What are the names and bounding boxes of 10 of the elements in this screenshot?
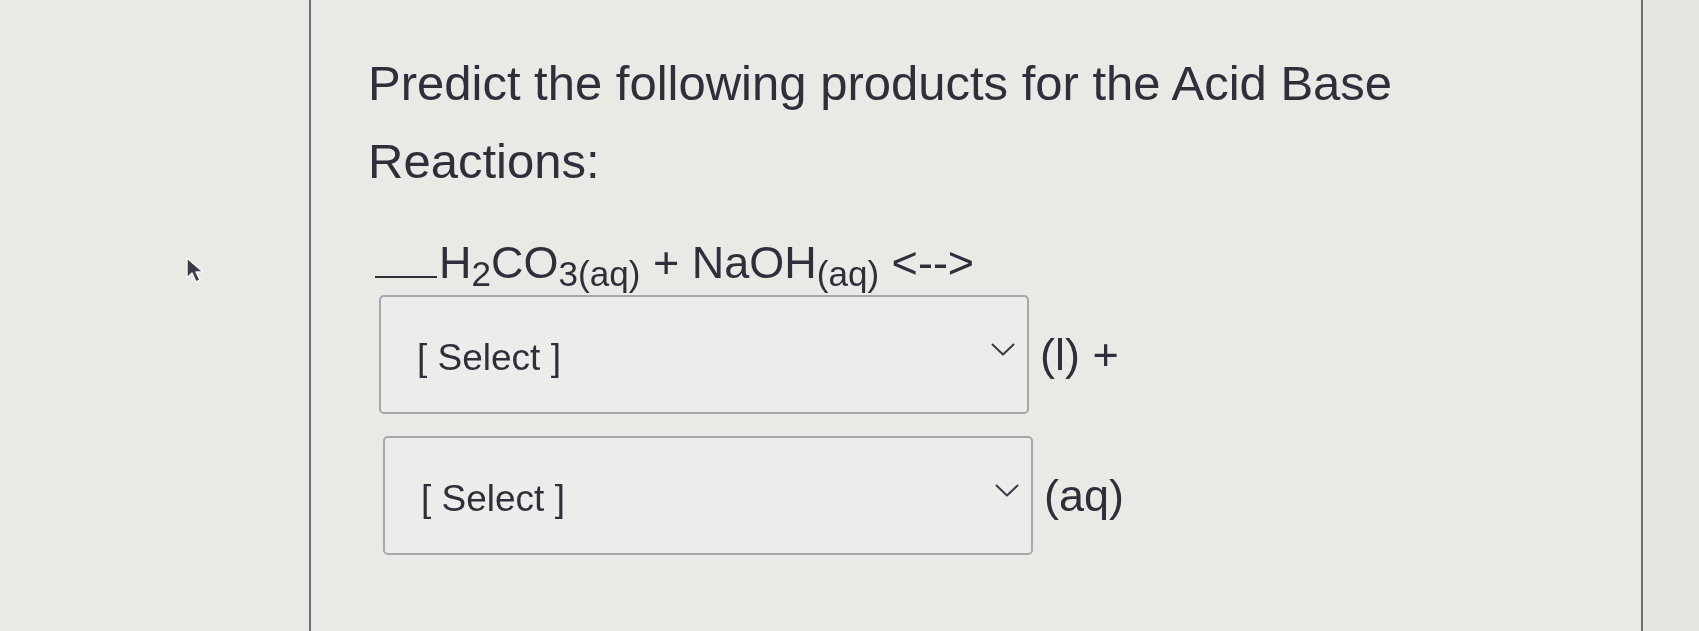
mouse-pointer-icon [185, 256, 207, 284]
phase-label: (l) + [1040, 328, 1119, 381]
answer-dropdown[interactable]: [ Select ] [383, 436, 1033, 555]
chevron-down-icon [991, 343, 1015, 356]
question-text: Predict the following products for the Acid Base Reactions: [368, 55, 1394, 190]
answer-dropdown[interactable]: [ Select ] [379, 295, 1029, 414]
equation-text: H$_{2}$CO$_{3(aq)}$ + NaOH$_{(aq)}$ <--> [439, 236, 975, 295]
fill-in-line [375, 276, 437, 278]
phase-label: (aq) [1044, 469, 1125, 522]
chevron-down-icon [995, 484, 1019, 497]
